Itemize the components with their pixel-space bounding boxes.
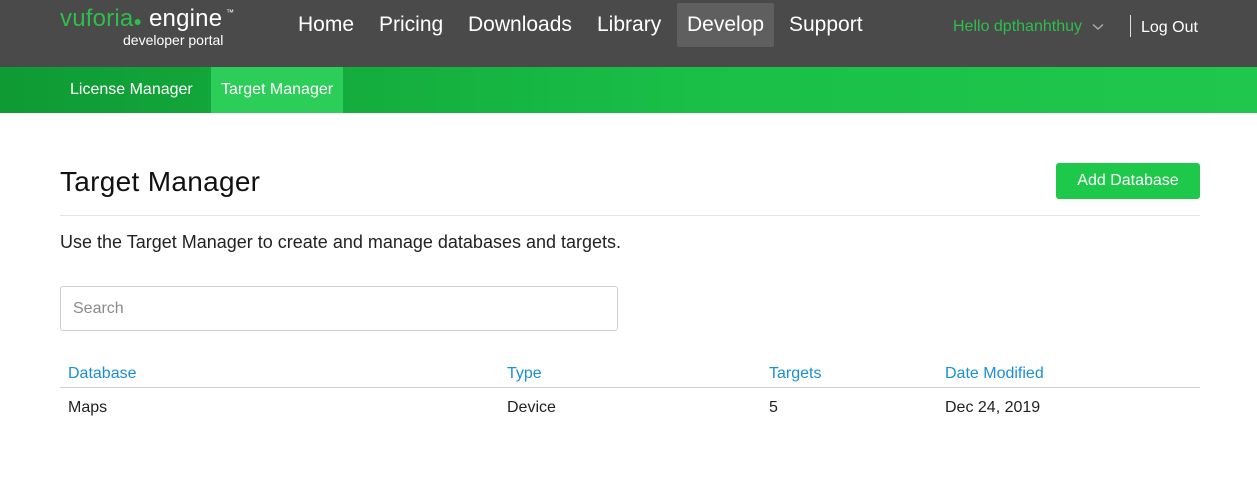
column-header-database[interactable]: Database (68, 363, 137, 385)
nav-pricing[interactable]: Pricing (369, 3, 453, 47)
logout-link[interactable]: Log Out (1141, 16, 1198, 40)
user-greeting: Hello dpthanhthuy (953, 18, 1082, 36)
cell-type: Device (507, 399, 556, 416)
secondary-navigation-bar: License Manager Target Manager (0, 67, 1257, 113)
column-header-date-modified[interactable]: Date Modified (945, 363, 1044, 385)
page-title: Target Manager (60, 166, 261, 197)
subnav-license-manager[interactable]: License Manager (60, 67, 203, 113)
cell-date-modified: Dec 24, 2019 (945, 399, 1041, 416)
nav-home[interactable]: Home (288, 3, 364, 47)
cell-database-name[interactable]: Maps (68, 397, 107, 419)
add-database-button[interactable]: Add Database (1056, 163, 1200, 199)
logo-wordmark: vuforia● engine (60, 5, 222, 35)
subnav-target-manager[interactable]: Target Manager (211, 67, 344, 113)
nav-downloads[interactable]: Downloads (458, 3, 582, 47)
nav-library[interactable]: Library (587, 3, 671, 47)
header-divider (1130, 15, 1131, 37)
logo-dot-icon: ● (133, 13, 143, 29)
table-header-divider (60, 387, 1200, 388)
logo-vuforia-text: vuforia (60, 5, 134, 32)
user-menu[interactable]: Hello dpthanhthuy (953, 15, 1104, 39)
trademark-mark: ™ (226, 8, 234, 17)
chevron-down-icon (1092, 15, 1104, 39)
nav-support[interactable]: Support (779, 3, 873, 47)
column-header-type[interactable]: Type (507, 363, 542, 385)
title-divider (60, 215, 1200, 216)
logo-subtitle: developer portal (123, 32, 224, 48)
search-input[interactable] (60, 286, 618, 331)
top-navigation-bar: vuforia● engine ™ developer portal Home … (0, 0, 1257, 67)
vuforia-engine-logo[interactable]: vuforia● engine ™ developer portal (60, 5, 240, 49)
page-description: Use the Target Manager to create and man… (60, 232, 622, 252)
cell-targets: 5 (769, 399, 778, 416)
column-header-targets[interactable]: Targets (769, 363, 821, 385)
logo-engine-text: engine (148, 5, 223, 32)
nav-develop[interactable]: Develop (677, 3, 775, 47)
